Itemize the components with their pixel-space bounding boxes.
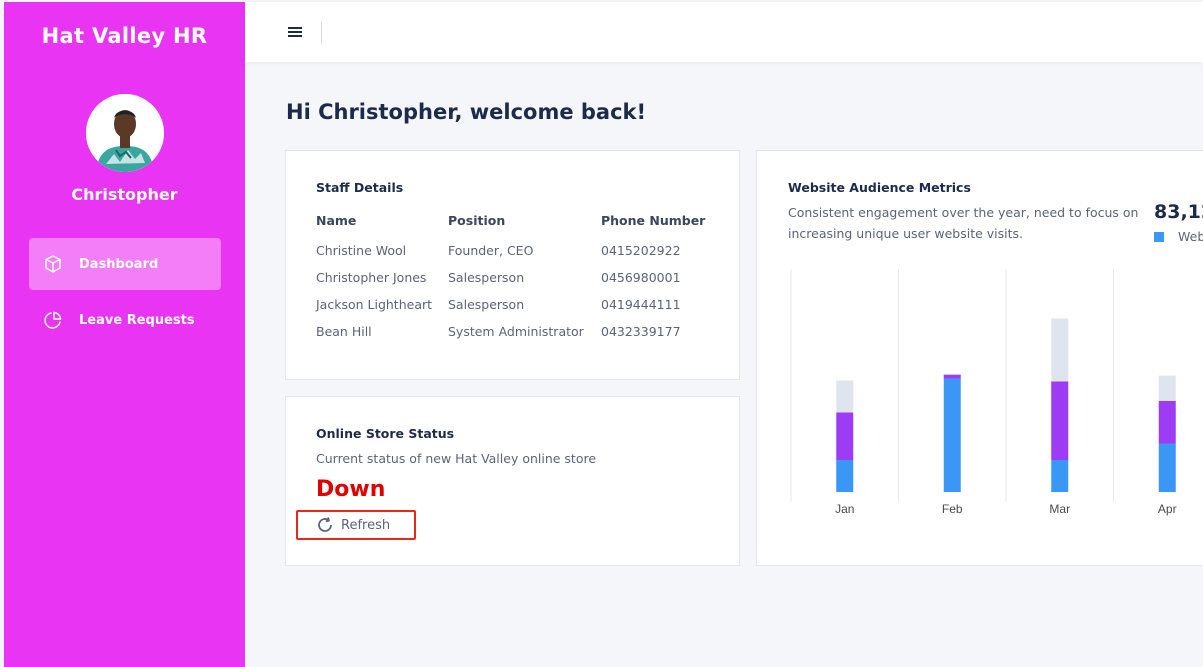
sidebar-item-dashboard[interactable]: Dashboard	[29, 238, 221, 290]
refresh-icon	[316, 516, 334, 534]
refresh-label: Refresh	[341, 517, 391, 533]
bar-feb-series-1[interactable]	[943, 378, 961, 492]
sidebar-item-label: Dashboard	[79, 256, 159, 272]
card-title: Online Store Status	[316, 426, 455, 441]
card-title: Staff Details	[316, 180, 404, 195]
staff-phone: 0419444111	[601, 297, 681, 312]
table-header-row: Name Position Phone Number	[316, 213, 711, 243]
table-row: Bean Hill System Administrator 043233917…	[316, 324, 711, 351]
bar-jan-series-1[interactable]	[836, 460, 854, 492]
bar-mar-series-3[interactable]	[1051, 318, 1069, 382]
staff-position: Salesperson	[448, 270, 525, 285]
audience-bar-chart: Jan Feb Mar Apr	[790, 269, 1177, 516]
card-subtitle: Current status of new Hat Valley online …	[316, 451, 597, 466]
cube-icon	[43, 254, 63, 274]
bar-apr-series-2[interactable]	[1158, 400, 1176, 444]
x-tick-label: Feb	[942, 502, 963, 516]
staff-position: System Administrator	[448, 324, 584, 339]
column-header: Name	[316, 213, 357, 228]
staff-name: Jackson Lightheart	[316, 297, 433, 312]
pie-chart-icon	[43, 310, 63, 330]
staff-phone: 0456980001	[601, 270, 681, 285]
staff-table: Name Position Phone Number Christine Woo…	[316, 213, 711, 351]
staff-phone: 0415202922	[601, 243, 681, 258]
table-row: Christopher Jones Salesperson 0456980001	[316, 270, 711, 297]
avatar[interactable]	[86, 94, 164, 172]
username: Christopher	[71, 185, 178, 204]
staff-position: Founder, CEO	[448, 243, 534, 258]
avatar-photo	[86, 94, 164, 172]
bar-feb-series-2[interactable]	[943, 374, 961, 379]
hamburger-menu-icon[interactable]	[285, 22, 305, 42]
staff-name: Christopher Jones	[316, 270, 427, 285]
staff-position: Salesperson	[448, 297, 525, 312]
brand-title: Hat Valley HR	[41, 24, 208, 48]
audience-metrics-card: Website Audience Metrics Consistent enga…	[756, 150, 1203, 566]
refresh-button[interactable]: Refresh	[296, 510, 416, 540]
sidebar-item-label: Leave Requests	[79, 312, 195, 328]
bar-apr-series-1[interactable]	[1158, 443, 1176, 492]
topbar-divider	[321, 22, 322, 44]
x-tick-label: Apr	[1158, 502, 1177, 516]
table-row: Christine Wool Founder, CEO 0415202922	[316, 243, 711, 270]
top-bar	[245, 2, 1203, 62]
bar-mar-series-2[interactable]	[1051, 381, 1069, 461]
column-header: Position	[448, 213, 506, 228]
column-header: Phone Number	[601, 213, 706, 228]
staff-name: Bean Hill	[316, 324, 372, 339]
status-badge: Down	[316, 477, 386, 502]
x-tick-label: Mar	[1049, 502, 1070, 516]
staff-details-card: Staff Details Name Position Phone Number…	[285, 150, 740, 380]
page-title: Hi Christopher, welcome back!	[286, 100, 647, 124]
staff-phone: 0432339177	[601, 324, 681, 339]
bar-apr-series-3[interactable]	[1158, 375, 1176, 401]
online-store-card: Online Store Status Current status of ne…	[285, 396, 740, 566]
bar-jan-series-2[interactable]	[836, 412, 854, 461]
staff-name: Christine Wool	[316, 243, 407, 258]
sidebar: Hat Valley HR Christopher Dashboard Leav…	[4, 2, 245, 667]
bar-mar-series-1[interactable]	[1051, 460, 1069, 492]
table-row: Jackson Lightheart Salesperson 041944411…	[316, 297, 711, 324]
x-tick-label: Jan	[835, 502, 854, 516]
sidebar-item-leave-requests[interactable]: Leave Requests	[29, 294, 221, 346]
bar-jan-series-3[interactable]	[836, 380, 854, 413]
